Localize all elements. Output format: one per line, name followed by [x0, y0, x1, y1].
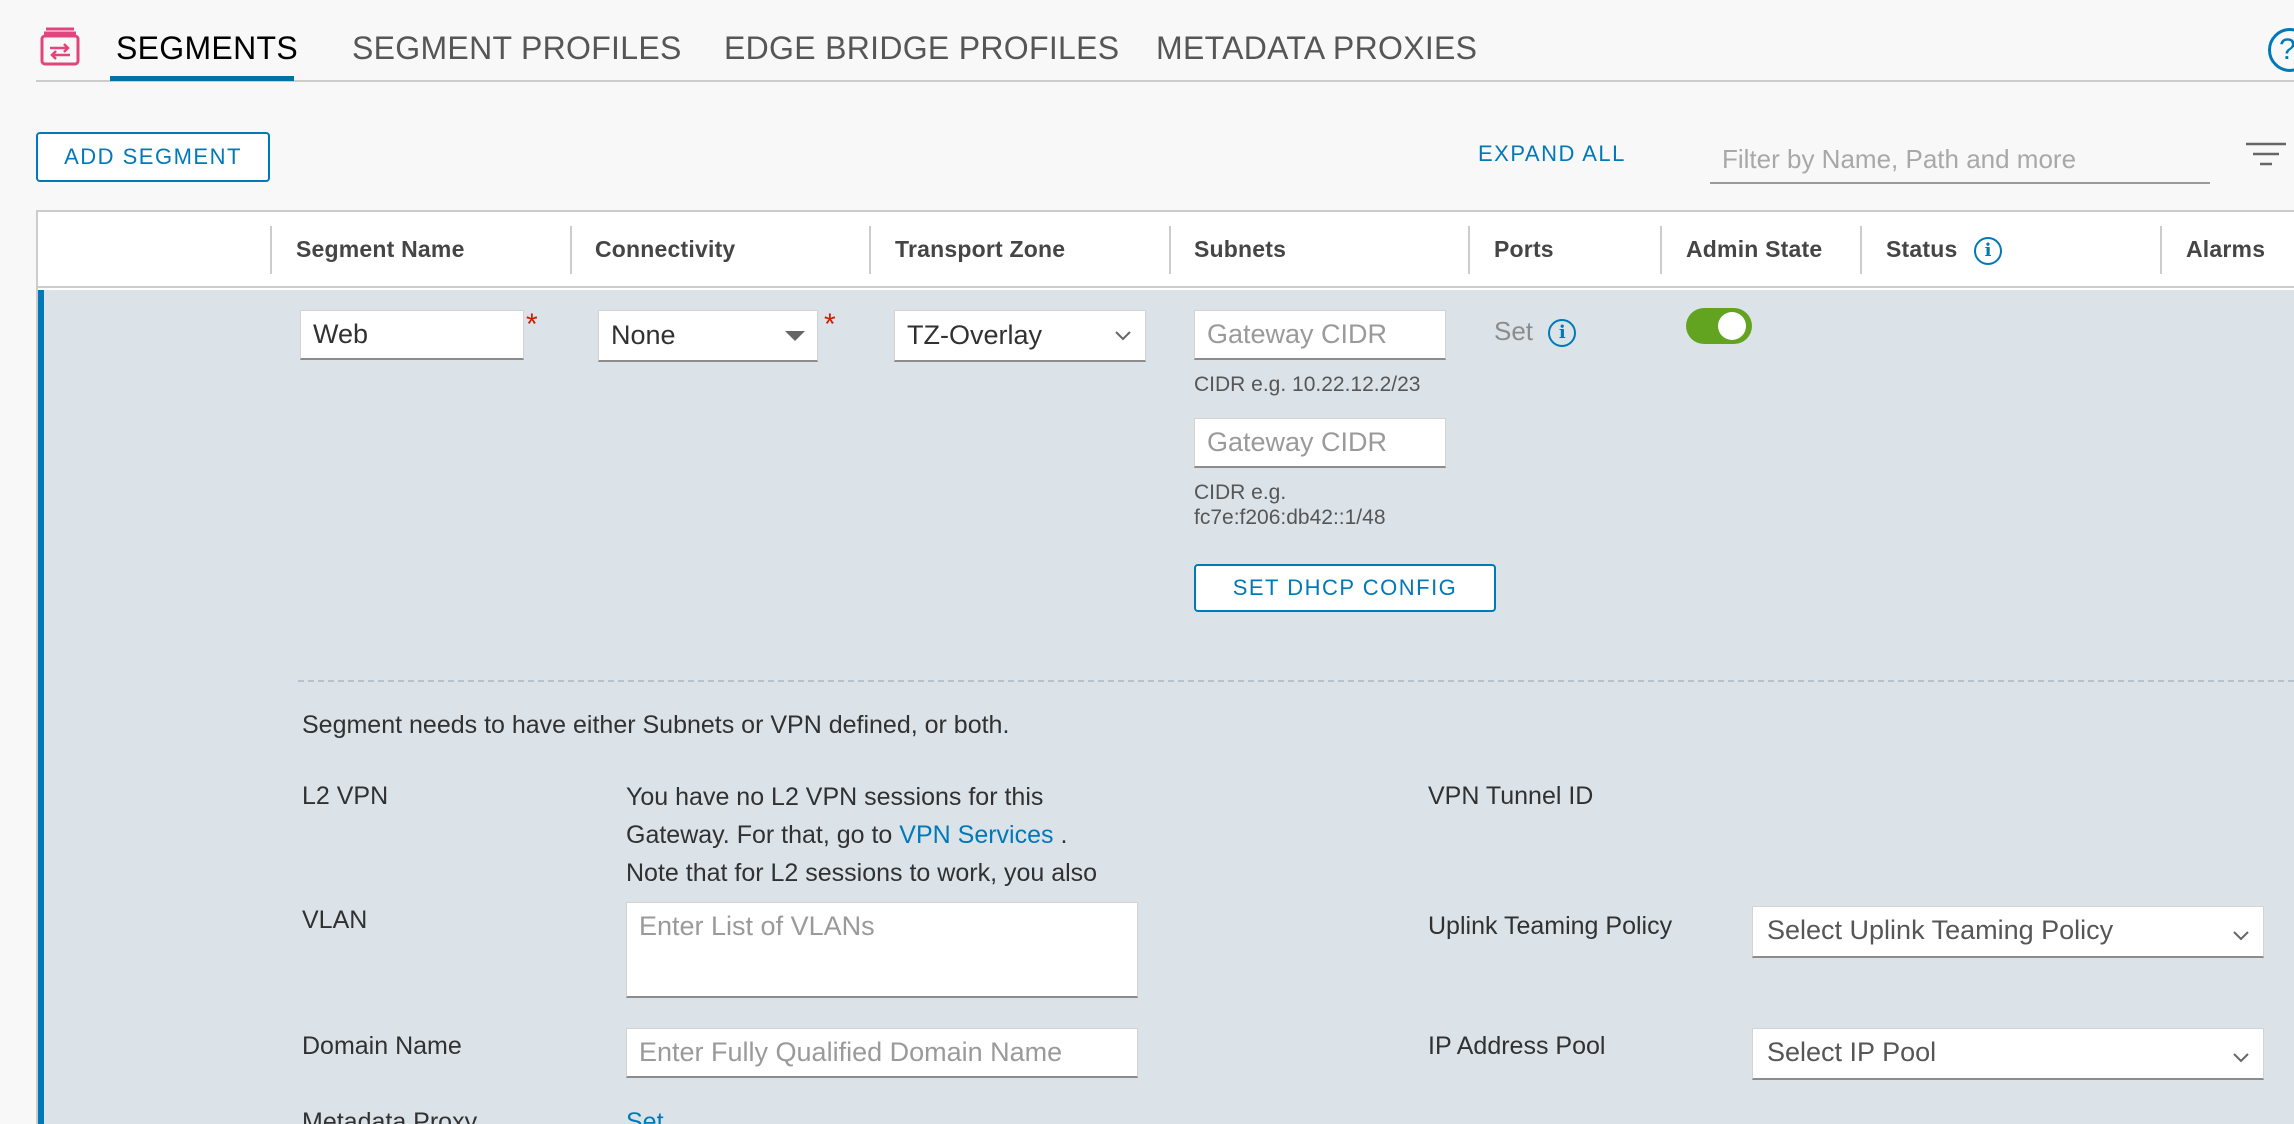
column-separator	[570, 226, 572, 274]
ip-address-pool-select[interactable]: Select IP Pool	[1752, 1028, 2264, 1080]
required-marker: *	[824, 308, 836, 341]
tab-metadata-proxies[interactable]: METADATA PROXIES	[1156, 30, 1477, 67]
chevron-down-icon	[1113, 311, 1133, 357]
active-tab-indicator	[110, 76, 294, 81]
column-separator	[1169, 226, 1171, 274]
transport-zone-select[interactable]: TZ-Overlay	[894, 310, 1146, 362]
l2vpn-message-period: .	[1060, 821, 1068, 849]
ports-set-value: Set	[1494, 316, 1534, 346]
uplink-teaming-policy-placeholder: Select Uplink Teaming Policy	[1767, 915, 2114, 945]
l2vpn-message-text: Gateway. For that, go to	[626, 821, 893, 849]
segment-name-input[interactable]: Web	[300, 310, 524, 360]
ip-address-pool-label: IP Address Pool	[1428, 1032, 1606, 1060]
l2vpn-message-line3: Note that for L2 sessions to work, you a…	[626, 859, 1098, 887]
status-header-label: Status	[1886, 236, 1958, 262]
ports-cell: Set i	[1494, 316, 1577, 348]
filter-icon[interactable]	[2244, 140, 2288, 170]
cidr-ipv4-hint: CIDR e.g. 10.22.12.2/23	[1194, 373, 1421, 396]
ports-info-icon[interactable]: i	[1548, 319, 1577, 348]
l2vpn-message-line2: Gateway. For that, go to VPN Services .	[626, 816, 1186, 854]
column-separator	[869, 226, 871, 274]
column-header-alarms[interactable]: Alarms	[2186, 236, 2265, 263]
metadata-proxy-label: Metadata Proxy	[302, 1108, 478, 1124]
transport-zone-value: TZ-Overlay	[907, 320, 1042, 350]
required-marker: *	[526, 308, 538, 341]
column-separator	[1660, 226, 1662, 274]
l2vpn-label: L2 VPN	[302, 782, 389, 810]
section-divider	[298, 680, 2294, 682]
column-header-subnets[interactable]: Subnets	[1194, 236, 1286, 263]
vlan-textarea[interactable]: Enter List of VLANs	[626, 902, 1138, 998]
chevron-down-icon	[2231, 1043, 2251, 1074]
cidr-ipv6-hint-line2: fc7e:f206:db42::1/48	[1194, 506, 1386, 529]
ip-address-pool-placeholder: Select IP Pool	[1767, 1037, 1937, 1067]
column-header-connectivity[interactable]: Connectivity	[595, 236, 735, 263]
chevron-down-icon	[2231, 921, 2251, 952]
metadata-proxy-set-link[interactable]: Set	[626, 1108, 664, 1124]
set-dhcp-config-button[interactable]: SET DHCP CONFIG	[1194, 564, 1496, 612]
filter-input[interactable]: Filter by Name, Path and more	[1710, 134, 2210, 184]
column-separator	[1468, 226, 1470, 274]
vpn-services-link[interactable]: VPN Services	[899, 821, 1053, 849]
segments-icon	[40, 26, 80, 68]
connectivity-value: None	[611, 320, 676, 350]
column-header-segment-name[interactable]: Segment Name	[296, 236, 465, 263]
vlan-label: VLAN	[302, 906, 368, 934]
column-header-status[interactable]: Status i	[1886, 236, 2003, 265]
uplink-teaming-policy-label: Uplink Teaming Policy	[1428, 912, 1673, 940]
tab-segments[interactable]: SEGMENTS	[116, 30, 298, 67]
column-separator	[270, 226, 272, 274]
column-header-ports[interactable]: Ports	[1494, 236, 1554, 263]
uplink-teaming-policy-select[interactable]: Select Uplink Teaming Policy	[1752, 906, 2264, 958]
column-header-admin-state[interactable]: Admin State	[1686, 236, 1822, 263]
connectivity-select[interactable]: None	[598, 310, 818, 362]
vpn-tunnel-id-label: VPN Tunnel ID	[1428, 782, 1594, 810]
column-separator	[1860, 226, 1862, 274]
tab-segment-profiles[interactable]: SEGMENT PROFILES	[352, 30, 682, 67]
l2vpn-message-line1: You have no L2 VPN sessions for this	[626, 783, 1044, 811]
column-separator	[2160, 226, 2162, 274]
subnets-vpn-notice: Segment needs to have either Subnets or …	[302, 711, 1010, 739]
cidr-ipv6-hint-line1: CIDR e.g.	[1194, 481, 1287, 504]
column-header-transport-zone[interactable]: Transport Zone	[895, 236, 1065, 263]
domain-name-label: Domain Name	[302, 1032, 462, 1060]
dropdown-caret-icon	[785, 331, 805, 341]
toggle-knob	[1718, 312, 1746, 340]
gateway-cidr-ipv4-input[interactable]: Gateway CIDR	[1194, 310, 1446, 360]
domain-name-input[interactable]: Enter Fully Qualified Domain Name	[626, 1028, 1138, 1078]
tab-edge-bridge-profiles[interactable]: EDGE BRIDGE PROFILES	[724, 30, 1119, 67]
add-segment-button[interactable]: ADD SEGMENT	[36, 132, 270, 182]
row-accent-bar	[38, 290, 44, 1124]
cidr-ipv6-hint: CIDR e.g. fc7e:f206:db42::1/48	[1194, 480, 1386, 530]
expand-all-link[interactable]: EXPAND ALL	[1478, 141, 1626, 167]
l2vpn-message: You have no L2 VPN sessions for this Gat…	[626, 778, 1186, 892]
gateway-cidr-ipv6-input[interactable]: Gateway CIDR	[1194, 418, 1446, 468]
status-info-icon[interactable]: i	[1974, 236, 2003, 265]
